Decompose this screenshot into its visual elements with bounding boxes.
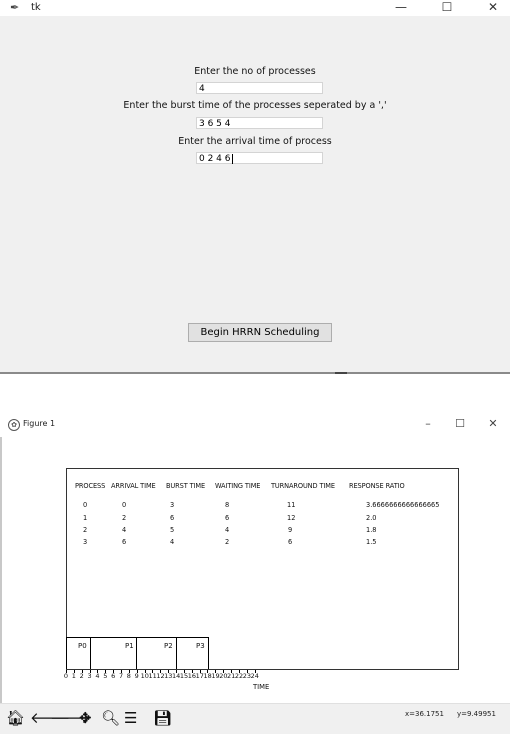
close-button[interactable]: ✕ bbox=[470, 0, 510, 16]
figure-titlebar: ✿ Figure 1 – ☐ ✕ bbox=[0, 413, 510, 437]
window-edge bbox=[0, 372, 510, 374]
header-burst: BURST TIME bbox=[166, 482, 206, 490]
tk-titlebar: ✒ tk — ☐ ✕ bbox=[0, 0, 510, 16]
header-turnaround: TURNAROUND TIME bbox=[271, 482, 335, 490]
arrival-time-input[interactable]: 0 2 4 6 bbox=[196, 152, 323, 164]
x-tick-label: 0 bbox=[63, 672, 69, 680]
gantt-label-p3: P3 bbox=[196, 642, 205, 650]
cell-burst: 6 bbox=[170, 514, 175, 522]
window-edge-left bbox=[0, 413, 2, 733]
cell-response: 1.5 bbox=[366, 538, 377, 546]
x-tick-label: 4 bbox=[95, 672, 100, 680]
cell-waiting: 6 bbox=[225, 514, 230, 522]
x-tick-label: 22 bbox=[234, 672, 244, 680]
maximize-button[interactable]: ☐ bbox=[424, 0, 470, 16]
header-process: PROCESS bbox=[75, 482, 106, 490]
figure-maximize-button[interactable]: ☐ bbox=[445, 417, 475, 430]
minimize-button[interactable]: — bbox=[378, 0, 424, 16]
matplotlib-icon: ✿ bbox=[8, 419, 20, 431]
x-tick-label: 16 bbox=[187, 672, 197, 680]
cursor-y-readout: y=9.49951 bbox=[457, 710, 496, 718]
header-arrival: ARRIVAL TIME bbox=[111, 482, 156, 490]
cell-turnaround: 6 bbox=[288, 538, 293, 546]
pan-icon[interactable]: ✥ bbox=[79, 709, 92, 727]
x-tick-label: 11 bbox=[148, 672, 157, 680]
arrival-time-value: 0 2 4 6 bbox=[199, 154, 231, 164]
x-tick-label: 18 bbox=[203, 672, 212, 680]
zoom-icon[interactable]: 🔍︎ bbox=[101, 709, 120, 727]
cell-arrival: 2 bbox=[122, 514, 127, 522]
cell-arrival: 4 bbox=[122, 526, 127, 534]
x-tick-label: 19 bbox=[211, 672, 220, 680]
process-count-label: Enter the no of processes bbox=[194, 66, 316, 77]
x-tick-label: 20 bbox=[219, 672, 228, 680]
home-icon[interactable]: 🏠︎ bbox=[6, 709, 25, 727]
x-tick-label: 24 bbox=[250, 672, 259, 680]
cell-response: 3.6666666666666665 bbox=[366, 501, 440, 509]
tk-window-title: tk bbox=[31, 2, 41, 13]
begin-hrrn-button[interactable]: Begin HRRN Scheduling bbox=[188, 323, 332, 342]
cell-waiting: 2 bbox=[225, 538, 230, 546]
x-tick-label: 8 bbox=[126, 672, 131, 680]
x-tick-label: 3 bbox=[87, 672, 92, 680]
cell-turnaround: 9 bbox=[288, 526, 293, 534]
x-tick-label: 13 bbox=[164, 672, 173, 680]
burst-time-label: Enter the burst time of the processes se… bbox=[123, 100, 387, 111]
x-axis-label: TIME bbox=[253, 683, 270, 691]
cell-process: 0 bbox=[83, 501, 88, 509]
configure-subplots-icon[interactable]: ☰ bbox=[124, 709, 137, 727]
cell-process: 3 bbox=[83, 538, 88, 546]
x-tick-label: 1 bbox=[71, 672, 76, 680]
cell-waiting: 8 bbox=[225, 501, 230, 509]
process-count-input[interactable]: 4 bbox=[196, 82, 323, 94]
cell-arrival: 0 bbox=[122, 501, 127, 509]
cell-process: 1 bbox=[83, 514, 88, 522]
burst-time-input[interactable]: 3 6 5 4 bbox=[196, 117, 323, 129]
x-tick-label: 23 bbox=[242, 672, 252, 680]
gantt-label-p1: P1 bbox=[125, 642, 134, 650]
x-tick-label: 6 bbox=[111, 672, 116, 680]
cell-waiting: 4 bbox=[225, 526, 230, 534]
cell-response: 1.8 bbox=[366, 526, 377, 534]
x-tick-label: 15 bbox=[179, 672, 189, 680]
x-tick-label: 9 bbox=[134, 672, 139, 680]
cell-burst: 3 bbox=[170, 501, 175, 509]
header-response: RESPONSE RATIO bbox=[349, 482, 405, 490]
arrival-time-label: Enter the arrival time of process bbox=[178, 136, 332, 147]
feather-icon: ✒ bbox=[10, 1, 20, 14]
matplotlib-toolbar: 🏠︎ 🡐 🡒 ✥ 🔍︎ ☰ 💾︎ bbox=[0, 703, 510, 734]
tk-window: ✒ tk — ☐ ✕ Enter the no of processes 4 E… bbox=[0, 0, 510, 373]
cell-response: 2.0 bbox=[366, 514, 377, 522]
save-icon[interactable]: 💾︎ bbox=[153, 709, 172, 727]
x-tick-label: 7 bbox=[118, 672, 124, 680]
cell-turnaround: 12 bbox=[287, 514, 296, 522]
x-tick-label: 5 bbox=[103, 672, 108, 680]
cell-burst: 5 bbox=[170, 526, 175, 534]
figure-minimize-button[interactable]: – bbox=[413, 417, 443, 430]
cell-turnaround: 11 bbox=[287, 501, 296, 509]
cell-process: 2 bbox=[83, 526, 88, 534]
text-caret bbox=[231, 153, 233, 164]
header-waiting: WAITING TIME bbox=[215, 482, 261, 490]
x-tick-label: 17 bbox=[195, 672, 204, 680]
x-tick-label: 2 bbox=[79, 672, 84, 680]
figure-close-button[interactable]: ✕ bbox=[478, 417, 508, 430]
gantt-label-p0: P0 bbox=[78, 642, 87, 650]
x-tick-label: 21 bbox=[227, 672, 236, 680]
burst-time-value: 3 6 5 4 bbox=[199, 119, 231, 129]
cursor-x-readout: x=36.1751 bbox=[405, 710, 444, 718]
gantt-label-p2: P2 bbox=[164, 642, 173, 650]
x-tick-label: 14 bbox=[172, 672, 181, 680]
x-tick-label: 12 bbox=[156, 672, 165, 680]
figure-window-title: Figure 1 bbox=[23, 419, 56, 428]
cell-burst: 4 bbox=[170, 538, 175, 546]
figure-window: ✿ Figure 1 – ☐ ✕ PROCESS ARRIVAL TIME BU… bbox=[0, 413, 510, 734]
x-tick-label: 10 bbox=[140, 672, 149, 680]
process-count-value: 4 bbox=[199, 84, 205, 94]
cell-arrival: 6 bbox=[122, 538, 127, 546]
